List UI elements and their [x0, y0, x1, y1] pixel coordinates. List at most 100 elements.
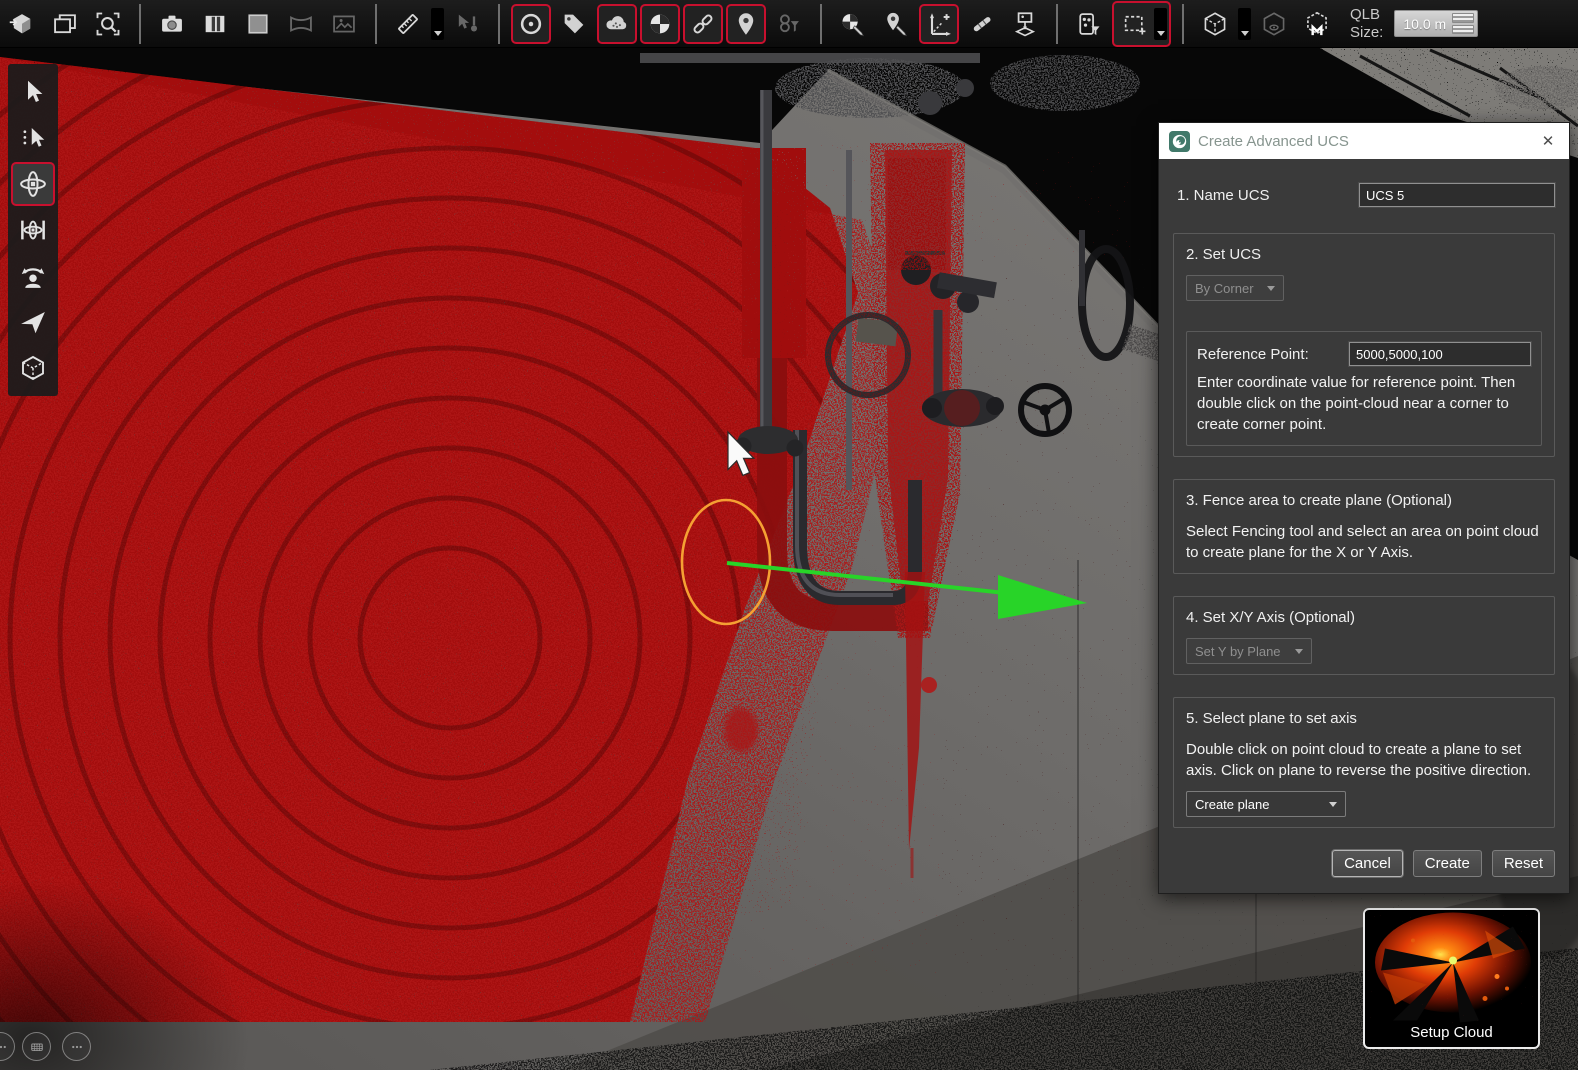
clipping-box-button[interactable] — [1195, 4, 1235, 44]
orbit-button[interactable] — [11, 162, 55, 206]
select-plane-group: 5. Select plane to set axis Double click… — [1173, 697, 1555, 828]
valve-flange — [986, 397, 1004, 415]
reference-point-input[interactable] — [1349, 342, 1531, 366]
toolbar-group-selection — [1069, 1, 1171, 47]
orbit-icon — [18, 169, 48, 199]
setup-cloud-panel[interactable]: Setup Cloud — [1363, 908, 1540, 1049]
set-axis-dropdown-value: Set Y by Plane — [1195, 644, 1281, 659]
toolbar-group-objects — [511, 4, 809, 44]
chevron-down-icon — [434, 31, 442, 36]
point-cloud-icon — [603, 10, 631, 38]
probe-cursor-icon — [453, 10, 481, 38]
reference-sphere-icon — [646, 10, 674, 38]
arrange-windows-icon — [51, 10, 79, 38]
ucs-name-input[interactable] — [1359, 183, 1555, 207]
clipping-box-manager-button[interactable] — [1297, 4, 1337, 44]
dialog-title: Create Advanced UCS — [1198, 133, 1529, 150]
location-pin-icon — [732, 10, 760, 38]
select-cursor-button[interactable] — [11, 70, 55, 114]
tag-button[interactable] — [554, 4, 594, 44]
select-points-button[interactable] — [11, 116, 55, 160]
ceiling-fitting — [956, 79, 974, 97]
probe-cursor-button[interactable] — [447, 4, 487, 44]
valve-flange — [922, 398, 942, 418]
spin-down-icon — [1452, 25, 1474, 35]
clipping-box-dropdown[interactable] — [1238, 8, 1251, 40]
split-view-button[interactable] — [195, 4, 235, 44]
appearance-palette-button[interactable] — [1069, 4, 1109, 44]
edit-sphere-button[interactable] — [833, 4, 873, 44]
examine-cube-button[interactable] — [11, 346, 55, 390]
reference-point-group: Reference Point: Enter coordinate value … — [1186, 331, 1542, 446]
import-project-button[interactable] — [2, 4, 42, 44]
close-icon[interactable]: ✕ — [1537, 130, 1559, 152]
name-ucs-label: 1. Name UCS — [1177, 187, 1270, 204]
create-ucs-axes-button[interactable] — [919, 4, 959, 44]
toolbar-group-project — [2, 4, 128, 44]
constrained-orbit-button[interactable] — [11, 208, 55, 252]
dialog-header[interactable]: Create Advanced UCS ✕ — [1159, 123, 1569, 159]
set-axis-group: 4. Set X/Y Axis (Optional) Set Y by Plan… — [1173, 596, 1555, 675]
set-ucs-dropdown[interactable]: By Corner — [1186, 275, 1284, 301]
filter-objects-icon — [775, 10, 803, 38]
create-button[interactable]: Create — [1413, 850, 1482, 877]
solid-view-button[interactable] — [238, 4, 278, 44]
chevron-down-icon — [1241, 31, 1249, 36]
image-view-button[interactable] — [324, 4, 364, 44]
zoom-region-button[interactable] — [88, 4, 128, 44]
marquee-selection-button[interactable] — [1112, 1, 1171, 47]
chevron-down-icon — [1295, 649, 1303, 654]
toolbar-separator — [498, 4, 500, 44]
toolbar-group-measure — [388, 4, 487, 44]
fence-area-help: Select Fencing tool and select an area o… — [1186, 521, 1542, 563]
select-points-icon — [18, 123, 48, 153]
select-cursor-icon — [18, 77, 48, 107]
set-ucs-group: 2. Set UCS By Corner Reference Point: En… — [1173, 233, 1555, 457]
overlay-more-button[interactable] — [62, 1032, 91, 1061]
measure-stick-button[interactable] — [962, 4, 1002, 44]
qlb-size-spin-buttons[interactable] — [1452, 13, 1474, 34]
look-around-button[interactable] — [11, 254, 55, 298]
app-logo-icon — [1169, 131, 1190, 152]
arrange-windows-button[interactable] — [45, 4, 85, 44]
tag-icon — [560, 10, 588, 38]
create-plane-dropdown[interactable]: Create plane — [1186, 791, 1346, 817]
marquee-selection-dropdown[interactable] — [1154, 8, 1167, 40]
setup-cloud-thumbnail — [1365, 910, 1538, 1023]
measure-ruler-dropdown[interactable] — [431, 8, 444, 40]
reset-button[interactable]: Reset — [1492, 850, 1555, 877]
measure-ruler-button[interactable] — [388, 4, 428, 44]
set-axis-dropdown[interactable]: Set Y by Plane — [1186, 638, 1312, 664]
screenshot-camera-button[interactable] — [152, 4, 192, 44]
reference-point-label: Reference Point: — [1197, 346, 1309, 363]
chevron-down-icon — [1267, 286, 1275, 291]
scan-point-target-button[interactable] — [511, 4, 551, 44]
project-image-button[interactable] — [1005, 4, 1045, 44]
solid-view-icon — [244, 10, 272, 38]
reference-sphere-button[interactable] — [640, 4, 680, 44]
link-objects-icon — [689, 10, 717, 38]
project-image-icon — [1011, 10, 1039, 38]
fly-through-button[interactable] — [11, 300, 55, 344]
qlb-size-label: QLBSize: — [1350, 6, 1383, 41]
toolbar-separator — [375, 4, 377, 44]
toolbar-separator — [1182, 4, 1184, 44]
clipping-box-visibility-button[interactable] — [1254, 4, 1294, 44]
link-objects-button[interactable] — [683, 4, 723, 44]
screenshot-camera-icon — [158, 10, 186, 38]
select-plane-title: 5. Select plane to set axis — [1186, 710, 1542, 727]
edit-pin-button[interactable] — [876, 4, 916, 44]
edit-pin-icon — [882, 10, 910, 38]
filter-objects-button[interactable] — [769, 4, 809, 44]
dialog-body: 1. Name UCS 2. Set UCS By Corner Referen… — [1159, 159, 1569, 893]
reference-point-help: Enter coordinate value for reference poi… — [1197, 372, 1531, 435]
scan-point-target-icon — [517, 10, 545, 38]
point-cloud-button[interactable] — [597, 4, 637, 44]
clipping-box-icon — [1201, 10, 1229, 38]
chevron-down-icon — [1157, 31, 1165, 36]
location-pin-button[interactable] — [726, 4, 766, 44]
qlb-size-stepper[interactable]: 10.0 m — [1394, 10, 1478, 37]
overlay-keyboard-button[interactable] — [22, 1032, 51, 1061]
panorama-view-button[interactable] — [281, 4, 321, 44]
cancel-button[interactable]: Cancel — [1332, 850, 1403, 877]
